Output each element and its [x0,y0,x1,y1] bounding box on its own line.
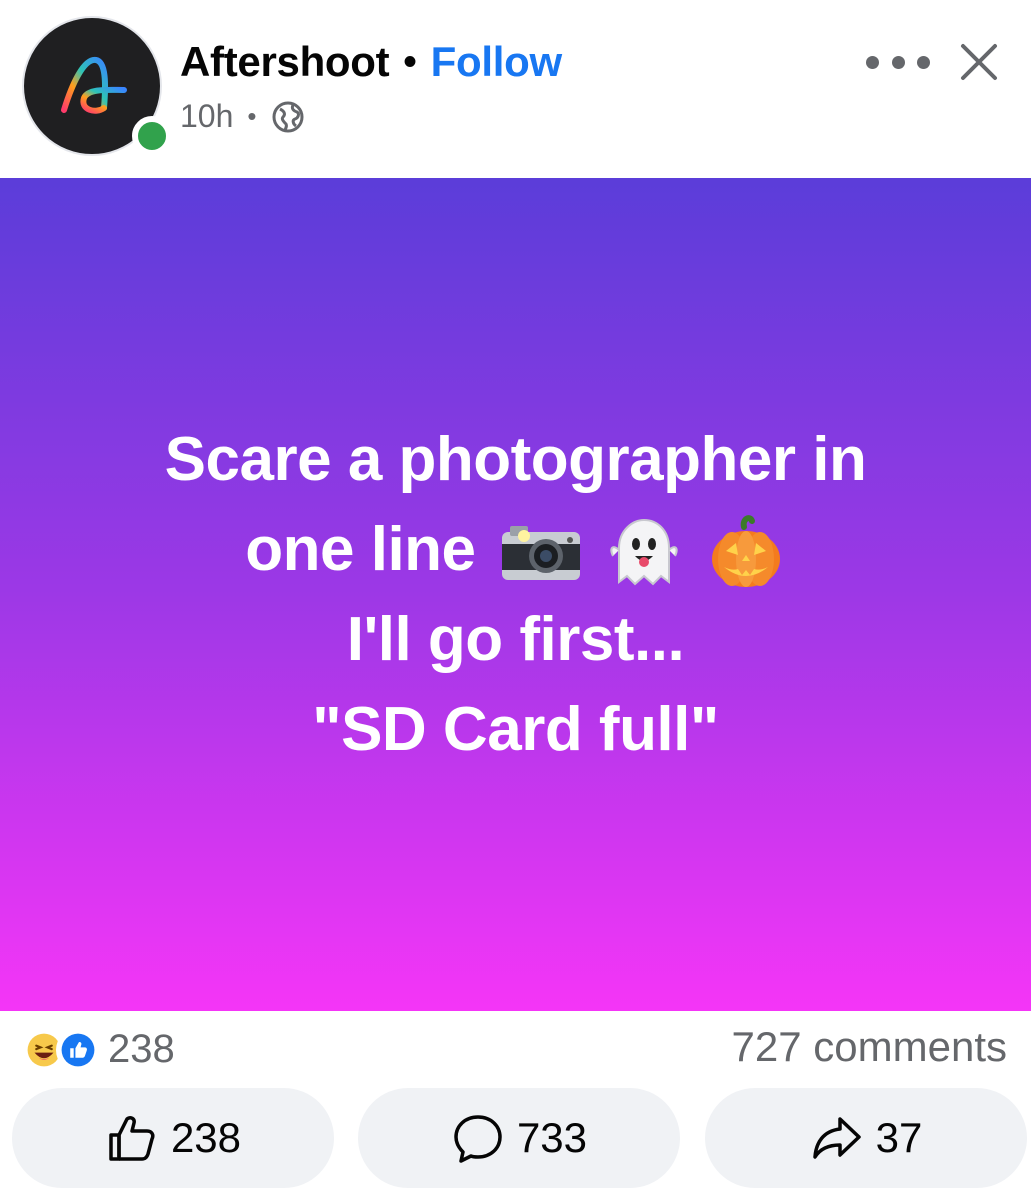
meta-separator: • [247,101,257,131]
post-stats: 238 727 comments [0,1011,1031,1083]
post-text-line-2: one line [245,514,476,584]
ghost-emoji [610,519,678,586]
post-text-line-1: Scare a photographer in [164,424,867,494]
thumbs-up-icon [109,1116,155,1161]
post-meta: 10h • [180,98,305,135]
post-background: Scare a photographer in one line I'll go… [0,178,1031,1011]
post-text-line-4: "SD Card full" [312,694,719,764]
reactions-summary[interactable]: 238 [22,1027,175,1072]
share-button[interactable]: 37 [705,1088,1027,1188]
more-horizontal-icon [866,55,879,69]
like-button[interactable]: 238 [12,1088,334,1188]
share-arrow-icon [812,1117,861,1159]
post-time[interactable]: 10h [180,98,233,135]
page-name[interactable]: Aftershoot [180,38,390,86]
like-count: 238 [170,1114,242,1161]
more-horizontal-icon [891,55,905,69]
title-row: Aftershoot • Follow [180,38,562,86]
post-text-line-2-wrap: one line [245,505,785,595]
more-horizontal-icon [917,55,930,69]
close-icon[interactable] [955,38,1003,86]
page-avatar[interactable] [22,16,172,156]
post-text-line-3: I'll go first... [346,604,685,674]
like-reaction-icon [56,1027,100,1072]
aftershoot-logo-icon [61,57,127,114]
camera-with-flash-emoji [502,526,581,581]
title-separator: • [403,40,417,83]
comment-button[interactable]: 733 [358,1088,680,1188]
more-options-button[interactable] [866,44,930,80]
globe-icon [272,101,303,132]
action-bar: 238 733 37 [0,1088,1031,1188]
comment-bubble-icon [454,1115,502,1163]
reaction-count: 238 [108,1027,175,1071]
follow-button[interactable]: Follow [431,38,562,86]
share-count: 37 [875,1114,923,1161]
comments-count-link[interactable]: 727 comments [732,1023,1007,1071]
post-header: Aftershoot • Follow 10h • [0,0,1031,178]
jack-o-lantern-emoji [711,515,780,588]
online-status-dot [132,116,172,156]
comment-count: 733 [516,1114,588,1161]
